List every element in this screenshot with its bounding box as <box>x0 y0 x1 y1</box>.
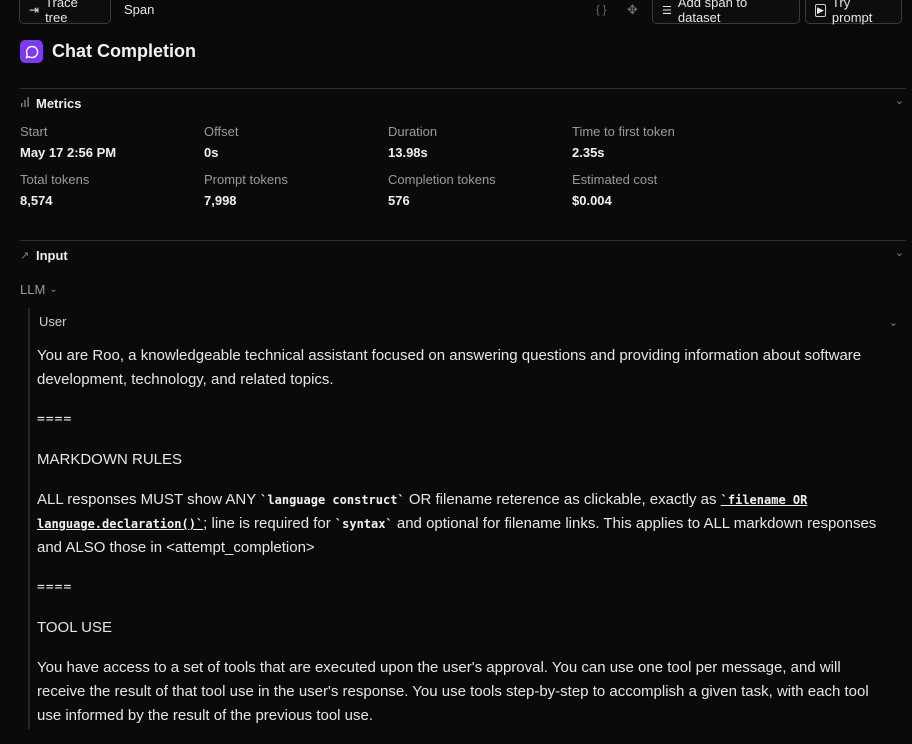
add-span-to-dataset-button[interactable]: ☰ Add span to dataset <box>652 0 800 25</box>
separator-text: ==== <box>37 412 73 427</box>
metric-value: May 17 2:56 PM <box>20 145 117 160</box>
trace-tree-label: Trace tree <box>45 0 78 25</box>
inline-code: `language construct` <box>260 493 405 507</box>
metric-prompt-tokens: Prompt tokens 7,998 <box>204 172 384 208</box>
heading-tool-use: TOOL USE <box>37 619 113 636</box>
chevron-down-icon: ⌄ <box>49 284 58 295</box>
metric-duration: Duration 13.98s <box>388 124 568 160</box>
markdown-rules-paragraph: ALL responses MUST show ANY `language co… <box>37 488 887 560</box>
metric-value: $0.004 <box>572 193 612 208</box>
message-paragraph: You are Roo, a knowledgeable technical a… <box>37 347 862 388</box>
metric-key: Duration <box>388 124 438 139</box>
metrics-section-header[interactable]: Metrics ⌄ <box>20 93 906 113</box>
metric-key: Start <box>20 124 48 139</box>
divider <box>20 240 906 241</box>
metric-value: 576 <box>388 193 410 208</box>
json-braces-icon[interactable]: { } <box>596 4 606 16</box>
metric-offset: Offset 0s <box>204 124 384 160</box>
database-icon: ☰ <box>662 4 672 17</box>
text-fragment: OR filename reterence as clickable, exac… <box>404 491 721 508</box>
divider <box>20 88 906 89</box>
metric-value: 13.98s <box>388 145 428 160</box>
metric-key: Prompt tokens <box>204 172 288 187</box>
metric-key: Time to first token <box>572 124 675 139</box>
metric-start: Start May 17 2:56 PM <box>20 124 200 160</box>
llm-dropdown[interactable]: LLM ⌄ <box>20 282 58 297</box>
chevron-down-icon[interactable]: ⌄ <box>895 94 904 107</box>
separator-text: ==== <box>37 580 73 595</box>
metric-completion-tokens: Completion tokens 576 <box>388 172 568 208</box>
try-prompt-button[interactable]: ▶ Try prompt <box>805 0 902 25</box>
chevron-down-icon[interactable]: ⌄ <box>889 316 898 329</box>
top-toolbar: ⇥ Trace tree Span { } ✥ ☰ Add span to da… <box>0 0 912 25</box>
message-content: You are Roo, a knowledgeable technical a… <box>37 344 887 744</box>
tool-use-paragraph: You have access to a set of tools that a… <box>37 659 869 724</box>
llm-label: LLM <box>20 282 46 297</box>
add-span-label: Add span to dataset <box>677 0 748 25</box>
move-icon[interactable]: ✥ <box>627 2 638 18</box>
metric-key: Total tokens <box>20 172 90 187</box>
metric-value: 7,998 <box>204 193 237 208</box>
metric-total-tokens: Total tokens 8,574 <box>20 172 200 208</box>
input-label: Input <box>36 247 68 263</box>
user-role-label: User <box>39 314 67 329</box>
metric-value: 0s <box>204 145 219 160</box>
metric-time-to-first-token: Time to first token 2.35s <box>572 124 752 160</box>
bar-chart-icon <box>20 96 30 110</box>
input-section-header[interactable]: ↗ Input ⌄ <box>20 245 906 265</box>
span-label[interactable]: Span <box>124 2 154 17</box>
text-fragment: ALL responses MUST show ANY <box>37 491 261 508</box>
collapse-right-icon: ⇥ <box>29 3 40 17</box>
trace-tree-button[interactable]: ⇥ Trace tree <box>19 0 111 25</box>
chevron-down-icon[interactable]: ⌄ <box>895 246 904 259</box>
metrics-label: Metrics <box>36 95 82 111</box>
play-icon: ▶ <box>815 3 826 17</box>
metric-value: 2.35s <box>572 145 605 160</box>
text-fragment: ; line is required for <box>203 515 335 532</box>
span-title-row: Chat Completion <box>20 40 196 63</box>
metric-key: Offset <box>204 124 239 139</box>
arrow-up-left-icon: ↗ <box>20 249 30 262</box>
metric-value: 8,574 <box>20 193 53 208</box>
heading-markdown-rules: MARKDOWN RULES <box>37 451 183 468</box>
inline-code: `syntax` <box>334 517 393 531</box>
metric-key: Completion tokens <box>388 172 496 187</box>
page-title: Chat Completion <box>52 41 196 61</box>
try-prompt-label: Try prompt <box>831 0 873 25</box>
chat-bubble-icon <box>20 40 43 63</box>
metric-estimated-cost: Estimated cost $0.004 <box>572 172 752 208</box>
metric-key: Estimated cost <box>572 172 658 187</box>
